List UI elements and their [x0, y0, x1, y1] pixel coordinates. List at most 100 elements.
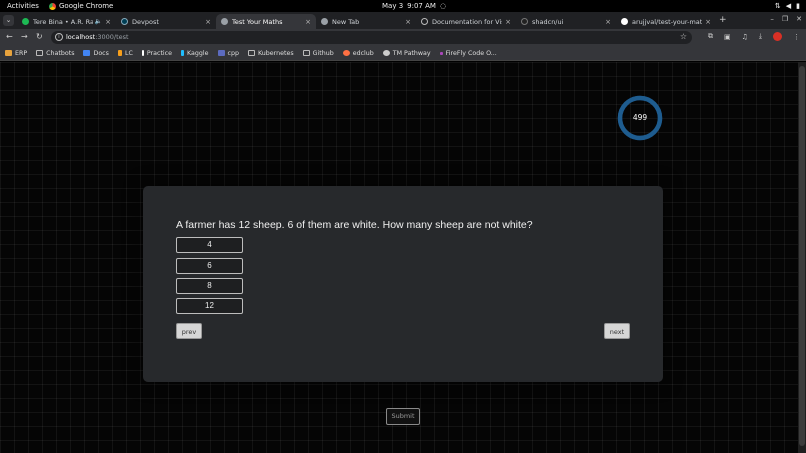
activities-button[interactable]: Activities	[7, 2, 39, 10]
next-button[interactable]: next	[604, 323, 630, 339]
minimize-icon[interactable]: –	[770, 15, 774, 23]
site-info-icon[interactable]: i	[55, 33, 63, 41]
bookmark-github[interactable]: Github	[302, 49, 334, 57]
chrome-icon	[321, 18, 328, 25]
bookmark-label: cpp	[227, 49, 239, 57]
tab-title: Tere Bina • A.R. Rahm	[33, 17, 93, 26]
bookmark-firefly[interactable]: FireFly Code O...	[439, 49, 497, 57]
tab-search-button[interactable]: ⌄	[3, 15, 14, 26]
audio-playing-icon: 🔈	[94, 18, 103, 25]
answer-option[interactable]: 6	[176, 258, 243, 274]
docs-icon	[83, 50, 91, 56]
media-icon[interactable]: ♫	[742, 33, 748, 41]
url-text[interactable]: localhost:3000/test	[66, 33, 129, 41]
browser-toolbar: ← → ↻ i localhost:3000/test ☆ ⧉ ▣ ♫ ⤓ ⋮	[0, 29, 806, 46]
erp-icon	[5, 50, 12, 56]
app-name: Google Chrome	[59, 2, 114, 10]
cpp-icon	[217, 50, 225, 56]
bookmark-star-icon[interactable]: ☆	[680, 32, 687, 41]
chrome-icon	[49, 2, 56, 10]
window-controls: – ❐ ✕	[770, 15, 802, 23]
tab-documentation[interactable]: Documentation for Visu ×	[416, 14, 516, 29]
bookmark-label: Practice	[146, 49, 172, 57]
globe-icon	[421, 18, 428, 25]
menu-icon[interactable]: ⋮	[793, 33, 800, 41]
time-text: 9:07 AM	[407, 2, 436, 10]
app-menu[interactable]: Google Chrome	[49, 2, 113, 10]
tab-devpost[interactable]: Devpost ×	[116, 14, 216, 29]
edclub-icon	[342, 50, 350, 56]
answer-option[interactable]: 8	[176, 278, 243, 294]
bookmark-tm-pathway[interactable]: TM Pathway	[382, 49, 431, 57]
bookmark-cpp[interactable]: cpp	[217, 49, 239, 57]
close-icon[interactable]: ×	[205, 18, 211, 26]
bookmark-label: TM Pathway	[392, 49, 431, 57]
tab-test-your-maths[interactable]: Test Your Maths ×	[216, 14, 316, 29]
side-panel-icon[interactable]: ▣	[724, 33, 731, 41]
do-not-disturb-icon: ◌	[439, 2, 447, 10]
close-icon[interactable]: ×	[305, 18, 311, 26]
devpost-icon	[121, 18, 128, 25]
answer-option[interactable]: 12	[176, 298, 243, 314]
volume-icon: ◀	[785, 2, 792, 10]
tab-title: shadcn/ui	[532, 17, 564, 26]
bookmark-lc[interactable]: LC	[117, 49, 133, 57]
tab-title: Devpost	[132, 17, 159, 26]
back-icon[interactable]: ←	[6, 32, 13, 41]
shadcn-icon	[521, 18, 528, 25]
extensions-icon[interactable]: ⧉	[708, 32, 713, 41]
clock[interactable]: May 3 9:07 AM ◌	[382, 2, 446, 10]
network-icon: ⇅	[774, 2, 781, 10]
question-text: A farmer has 12 sheep. 6 of them are whi…	[176, 219, 533, 231]
address-bar[interactable]: i localhost:3000/test ☆	[51, 31, 692, 44]
close-icon[interactable]: ×	[405, 18, 411, 26]
url-path: :3000/test	[95, 33, 129, 41]
bookmark-practice[interactable]: Practice	[141, 49, 172, 57]
close-icon[interactable]: ×	[105, 18, 111, 26]
prev-button[interactable]: prev	[176, 323, 202, 339]
bookmark-edclub[interactable]: edclub	[342, 49, 374, 57]
tab-spotify[interactable]: Tere Bina • A.R. Rahm 🔈 ×	[17, 14, 116, 29]
bookmark-label: Docs	[93, 49, 109, 57]
bookmark-erp[interactable]: ERP	[5, 50, 27, 57]
tab-title: arujjval/test-your-math	[632, 17, 703, 26]
maximize-icon[interactable]: ❐	[782, 15, 788, 23]
forward-icon[interactable]: →	[21, 32, 28, 41]
bookmark-label: ERP	[15, 49, 28, 57]
bookmarks-bar: ERP Chatbots Docs LC Practice Kaggle cpp…	[0, 46, 806, 61]
tab-shadcn[interactable]: shadcn/ui ×	[516, 14, 616, 29]
answer-option[interactable]: 4	[176, 237, 243, 253]
bookmark-label: Kaggle	[187, 49, 209, 57]
download-icon[interactable]: ⤓	[759, 32, 762, 41]
new-tab-button[interactable]: +	[719, 15, 727, 25]
bookmark-chatbots[interactable]: Chatbots	[36, 50, 74, 57]
bookmark-label: LC	[124, 49, 133, 57]
bookmark-kaggle[interactable]: Kaggle	[181, 50, 209, 57]
question-card: A farmer has 12 sheep. 6 of them are whi…	[143, 186, 663, 382]
close-icon[interactable]: ×	[705, 18, 711, 26]
reload-icon[interactable]: ↻	[36, 32, 43, 41]
close-window-icon[interactable]: ✕	[796, 15, 802, 23]
bookmark-docs[interactable]: Docs	[83, 49, 109, 57]
tab-github-repo[interactable]: arujjval/test-your-math ×	[616, 14, 716, 29]
timer-value: 499	[632, 113, 648, 122]
bookmark-label: Github	[312, 49, 334, 57]
spotify-icon	[22, 18, 29, 25]
tm-icon	[382, 50, 390, 56]
system-tray[interactable]: ⇅ ◀ ▮	[775, 2, 800, 10]
profile-avatar[interactable]	[773, 32, 782, 41]
bookmark-label: edclub	[352, 49, 374, 57]
toolbar-actions: ⧉ ▣ ♫ ⤓ ⋮	[708, 32, 800, 41]
battery-icon: ▮	[796, 2, 800, 10]
tab-new-tab[interactable]: New Tab ×	[316, 14, 416, 29]
close-icon[interactable]: ×	[605, 18, 611, 26]
bookmark-label: Kubernetes	[257, 49, 294, 57]
firefly-icon	[439, 51, 443, 55]
page-scrollbar[interactable]	[798, 62, 806, 453]
submit-button[interactable]: Submit	[386, 408, 420, 425]
bookmark-label: FireFly Code O...	[445, 49, 497, 57]
close-icon[interactable]: ×	[505, 18, 511, 26]
date-text: May 3	[382, 2, 404, 10]
scrollbar-thumb[interactable]	[799, 66, 805, 446]
bookmark-kubernetes[interactable]: Kubernetes	[247, 49, 294, 57]
